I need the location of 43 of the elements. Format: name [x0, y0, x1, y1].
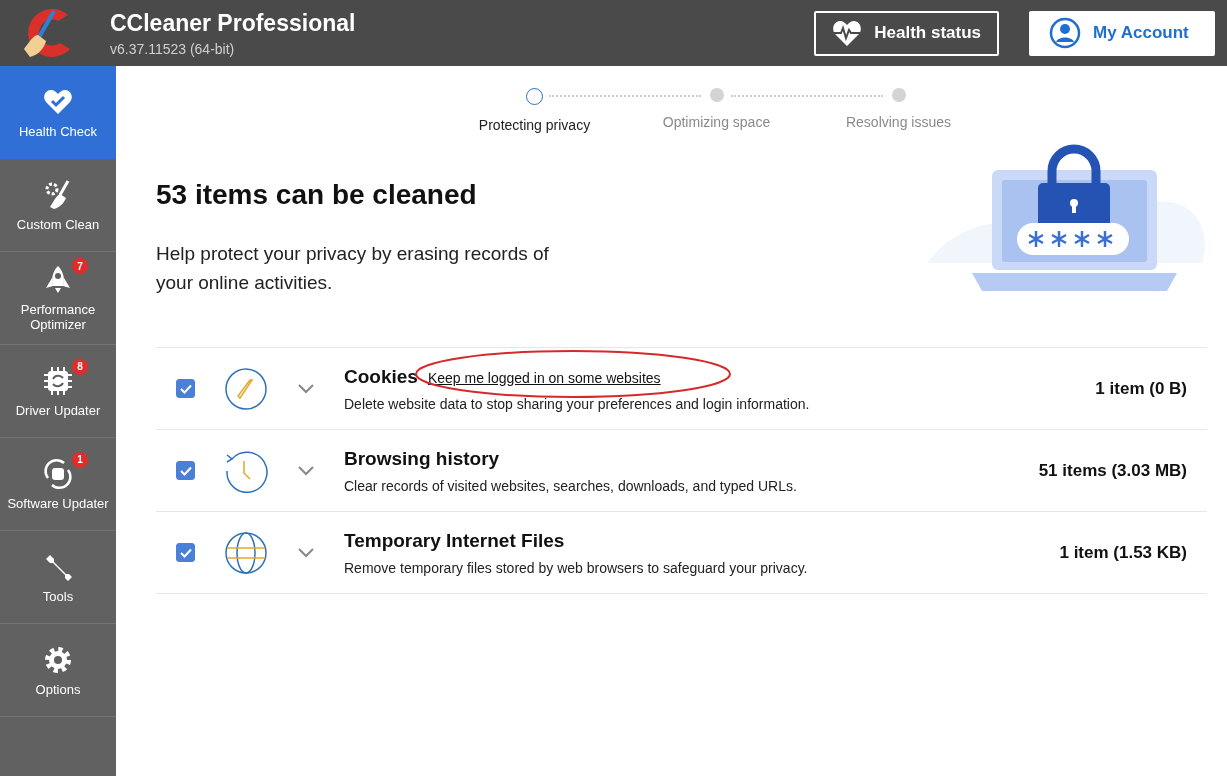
- health-status-button[interactable]: Health status: [814, 10, 999, 56]
- privacy-description: Help protect your privacy by erasing records of your online activities.: [156, 242, 550, 295]
- globe-icon: [224, 530, 268, 575]
- chevron-down-icon[interactable]: [298, 547, 314, 558]
- checkmark-icon: [179, 465, 192, 476]
- step-label: Optimizing space: [662, 114, 771, 130]
- version-text: v6.37.11523 (64-bit): [110, 40, 236, 57]
- chip-icon: [42, 364, 74, 397]
- sidebar-label: Tools: [42, 588, 74, 604]
- sidebar-item[interactable]: Health Check: [0, 66, 116, 159]
- step-label: Protecting privacy: [478, 117, 591, 133]
- sidebar-label: Health Check: [18, 124, 97, 139]
- item-title: Cookies: [344, 365, 418, 388]
- count-badge: 1: [72, 451, 88, 468]
- sidebar-label: Software Updater: [7, 495, 109, 511]
- sidebar-label: Performance Optimizer: [19, 302, 97, 332]
- compass-icon: [224, 366, 268, 411]
- checkbox[interactable]: [176, 379, 195, 398]
- sidebar-label: Options: [35, 681, 81, 697]
- checkbox[interactable]: [176, 461, 195, 480]
- item-title: Temporary Internet Files: [344, 529, 565, 552]
- checkbox[interactable]: [176, 543, 195, 562]
- sidebar-label: Custom Clean: [16, 216, 100, 232]
- item-size: 51 items (3.03 MB): [1038, 460, 1187, 481]
- result-heading: 53 items can be cleaned: [156, 179, 478, 211]
- app-title: CCleaner Professional: [110, 9, 357, 37]
- item-description: Delete website data to stop sharing your preferences and login information.: [344, 395, 811, 412]
- chevron-down-icon[interactable]: [298, 383, 314, 394]
- checkmark-icon: [179, 383, 192, 394]
- checkmark-icon: [179, 547, 192, 558]
- user-icon: [1049, 17, 1081, 49]
- sidebar-label: Driver Updater: [15, 402, 101, 418]
- count-badge: 7: [72, 258, 88, 274]
- heart-pulse-icon: [832, 19, 863, 47]
- count-badge: 8: [72, 358, 88, 375]
- chevron-down-icon[interactable]: [298, 465, 314, 476]
- item-title: Browsing history: [344, 447, 500, 470]
- item-size: 1 item (1.53 KB): [1059, 542, 1187, 563]
- step-label: Resolving issues: [845, 114, 952, 130]
- item-description: Clear records of visited websites, searches, downloads, and typed URLs.: [344, 477, 798, 494]
- account-button[interactable]: My Account: [1029, 10, 1215, 56]
- item-size: 1 item (0 B): [1095, 378, 1187, 399]
- item-description: Remove temporary files stored by web browsers to safeguard your privacy.: [344, 559, 809, 576]
